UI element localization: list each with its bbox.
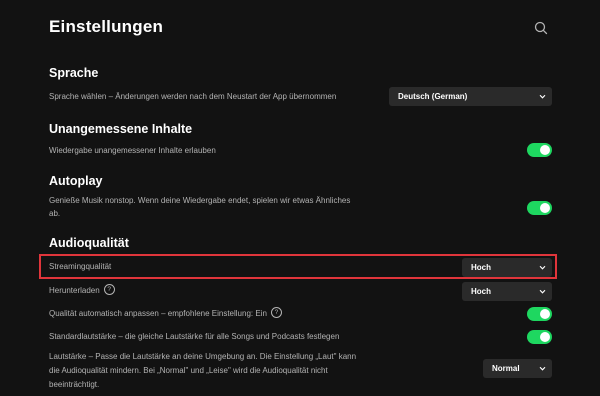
help-icon[interactable]: ? [103, 284, 115, 296]
volume-level-select[interactable]: Normal [483, 359, 552, 378]
language-label: Sprache wählen – Änderungen werden nach … [49, 92, 337, 101]
chevron-down-icon [539, 94, 546, 99]
download-quality-label: Herunterladen? [49, 284, 115, 298]
streaming-quality-label: Streamingqualität [49, 262, 112, 271]
autoplay-label-line-1: Genieße Musik nonstop. Wenn deine Wieder… [49, 196, 351, 205]
auto-adjust-quality-label: Qualität automatisch anpassen – empfohle… [49, 307, 282, 321]
explicit-label: Wiedergabe unangemessener Inhalte erlaub… [49, 146, 216, 155]
auto-adjust-quality-label-text: Qualität automatisch anpassen – empfohle… [49, 309, 267, 318]
volume-level-value: Normal [492, 364, 520, 373]
autoplay-toggle[interactable] [527, 201, 552, 215]
chevron-down-icon [539, 366, 546, 371]
streaming-quality-select[interactable]: Hoch [462, 258, 552, 277]
chevron-down-icon [539, 289, 546, 294]
auto-adjust-quality-toggle[interactable] [527, 307, 552, 321]
section-heading-language: Sprache [49, 66, 99, 80]
volume-level-label-line-3: beeinträchtigt. [49, 380, 100, 389]
search-icon[interactable] [533, 20, 549, 36]
autoplay-label-line-2: ab. [49, 209, 61, 218]
chevron-down-icon [539, 265, 546, 270]
volume-level-label-line-1: Lautstärke – Passe die Lautstärke an dei… [49, 352, 357, 361]
language-select-value: Deutsch (German) [398, 92, 468, 101]
language-select[interactable]: Deutsch (German) [389, 87, 552, 106]
volume-level-label-line-2: die Audioqualität mindern. Bei „Normal" … [49, 366, 328, 375]
section-heading-explicit: Unangemessene Inhalte [49, 122, 193, 136]
download-quality-label-text: Herunterladen [49, 286, 100, 295]
toggle-knob [540, 145, 550, 155]
section-heading-audio-quality: Audioqualität [49, 236, 129, 250]
explicit-toggle[interactable] [527, 143, 552, 157]
toggle-knob [540, 332, 550, 342]
streaming-quality-value: Hoch [471, 263, 491, 272]
download-quality-select[interactable]: Hoch [462, 282, 552, 301]
normalize-volume-toggle[interactable] [527, 330, 552, 344]
download-quality-value: Hoch [471, 287, 491, 296]
toggle-knob [540, 203, 550, 213]
help-icon[interactable]: ? [270, 307, 282, 319]
section-heading-autoplay: Autoplay [49, 174, 103, 188]
normalize-volume-label: Standardlautstärke – die gleiche Lautstä… [49, 332, 340, 341]
toggle-knob [540, 309, 550, 319]
page-title: Einstellungen [49, 17, 164, 36]
